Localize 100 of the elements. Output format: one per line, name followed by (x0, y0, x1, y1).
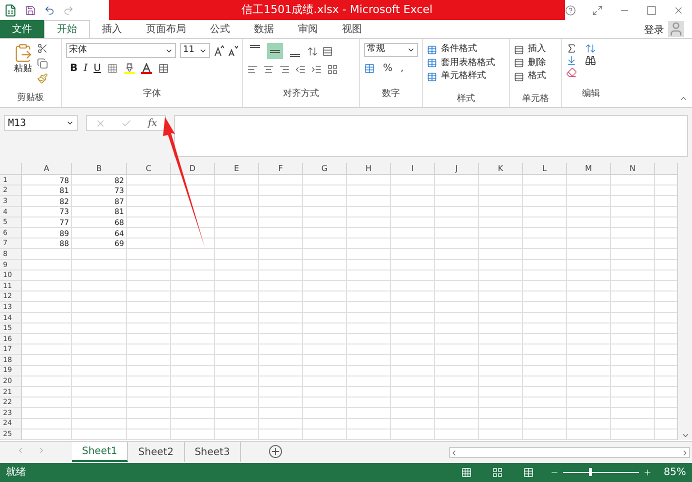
rows-icon (514, 72, 524, 82)
column-header[interactable]: I (411, 164, 414, 172)
copy-icon[interactable] (37, 58, 48, 69)
align-center-icon[interactable] (263, 64, 274, 74)
cells-menu-button[interactable]: 插入 (514, 43, 557, 56)
increase-indent-icon[interactable] (311, 64, 322, 74)
group-label: 字体 (143, 89, 161, 99)
shrink-font-icon[interactable] (228, 44, 238, 56)
find-icon[interactable] (585, 55, 596, 66)
column-header[interactable]: C (146, 164, 152, 172)
collapse-ribbon-icon[interactable] (679, 94, 688, 103)
rows-icon (514, 44, 524, 55)
normal-view-icon[interactable] (460, 467, 472, 478)
column-header[interactable]: K (498, 164, 504, 172)
sheet-tab[interactable]: Sheet1 (72, 442, 128, 462)
vertical-align-icon[interactable] (267, 43, 283, 59)
align-left-icon[interactable] (247, 64, 258, 74)
column-header[interactable]: L (542, 164, 547, 172)
cut-icon[interactable] (37, 43, 48, 54)
border-icon[interactable] (106, 63, 118, 74)
sort-icon[interactable] (585, 43, 596, 54)
merge-icon[interactable] (327, 64, 338, 74)
bold-button[interactable]: B (70, 61, 78, 76)
align-right-icon[interactable] (279, 64, 290, 74)
percent-button[interactable]: % (383, 60, 393, 76)
grow-font-icon[interactable] (214, 44, 224, 56)
column-header[interactable]: N (630, 164, 636, 172)
ribbon-tab[interactable]: 页面布局 (134, 20, 198, 38)
caret-icon (66, 119, 74, 127)
caret-icon (407, 46, 415, 54)
column-header[interactable]: A (44, 164, 50, 172)
autosum-icon[interactable] (566, 43, 577, 54)
ribbon-tab[interactable]: 公式 (198, 20, 242, 38)
fill-icon[interactable] (566, 55, 577, 66)
ribbon-display-icon[interactable] (592, 4, 603, 16)
column-header[interactable]: H (365, 164, 372, 172)
page-layout-icon[interactable] (492, 467, 503, 478)
sheet-tab[interactable]: Sheet2 (128, 442, 185, 462)
font-size-field[interactable]: 11 (180, 43, 210, 58)
sign-in-link[interactable]: 登录 (644, 23, 668, 38)
vertical-scrollbar[interactable] (677, 163, 692, 440)
scroll-left-icon[interactable] (450, 448, 458, 456)
group-label: 数字 (382, 89, 400, 99)
close-icon[interactable] (673, 4, 684, 16)
format-painter-icon[interactable] (37, 73, 48, 84)
column-header[interactable]: M (585, 164, 592, 172)
underline-button[interactable]: U (94, 61, 101, 76)
style-menu-button[interactable]: 单元格样式 (427, 70, 505, 84)
fill-color-icon[interactable] (124, 62, 135, 74)
cells-menu-button[interactable]: 删除 (514, 56, 557, 70)
group-label: 单元格 (522, 94, 549, 104)
excel-logo-icon (4, 4, 17, 16)
sheet-tab[interactable]: Sheet3 (184, 442, 241, 462)
column-header[interactable]: F (278, 164, 283, 172)
zoom-thumb[interactable] (589, 468, 592, 476)
ribbon-tab[interactable]: 数据 (242, 20, 286, 38)
horizontal-scrollbar[interactable] (449, 447, 690, 458)
group-label: 对齐方式 (283, 89, 319, 99)
orientation-icon[interactable] (307, 46, 318, 56)
table-icon (427, 72, 437, 82)
style-menu-button[interactable]: 条件格式 (427, 43, 505, 56)
column-header[interactable]: E (234, 164, 240, 172)
maximize-icon[interactable] (646, 4, 657, 16)
formula-input[interactable] (174, 115, 688, 157)
column-header[interactable]: G (321, 164, 328, 172)
style-menu-button[interactable]: 套用表格格式 (427, 56, 505, 70)
ribbon-tab[interactable]: 审阅 (286, 20, 330, 38)
column-header[interactable]: J (455, 164, 458, 172)
status-text: 就绪 (6, 466, 26, 480)
font-color-icon[interactable] (140, 62, 152, 74)
scroll-right-icon[interactable] (681, 448, 689, 456)
page-break-icon[interactable] (522, 467, 534, 478)
number-format-field[interactable]: 常规 (364, 43, 418, 57)
italic-button[interactable]: I (84, 61, 88, 76)
wrap-text-icon[interactable] (322, 46, 333, 56)
decrease-indent-icon[interactable] (295, 64, 306, 74)
rows-icon (514, 58, 524, 68)
save-icon[interactable] (25, 4, 36, 16)
comma-button[interactable]: , (400, 60, 404, 76)
cells-menu-button[interactable]: 格式 (514, 70, 557, 84)
paste-button[interactable]: 粘贴 (13, 43, 33, 84)
window-title: 信工1501成绩.xlsx - Microsoft Excel (242, 2, 433, 18)
ribbon-tab[interactable]: 插入 (90, 20, 134, 38)
zoom-in-icon[interactable] (642, 468, 652, 477)
clipboard-icon (13, 43, 33, 63)
add-sheet-icon[interactable] (269, 445, 282, 458)
insert-function-button[interactable]: fx (148, 116, 158, 130)
name-box[interactable]: M13 (4, 115, 78, 131)
ribbon-tab[interactable]: 视图 (330, 20, 374, 38)
group-label: 编辑 (582, 89, 600, 99)
help-icon[interactable] (565, 4, 576, 16)
column-header[interactable]: B (96, 164, 102, 172)
column-header[interactable]: D (189, 164, 196, 172)
font-name-field[interactable]: 宋体 (66, 43, 176, 58)
undo-icon[interactable] (44, 4, 55, 16)
file-tab[interactable]: 文件 (0, 20, 44, 38)
clear-icon[interactable] (566, 67, 577, 78)
zoom-percent[interactable]: 85% (664, 465, 686, 480)
ribbon-tab[interactable]: 开始 (44, 20, 90, 38)
group-label: 剪贴板 (17, 94, 44, 103)
